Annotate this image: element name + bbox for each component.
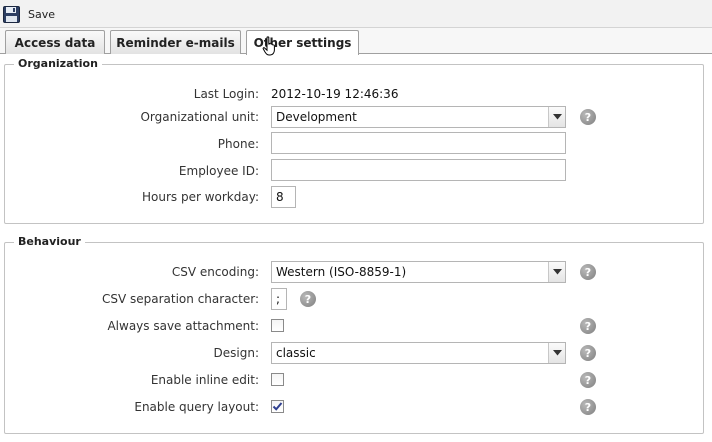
save-button[interactable]: Save: [3, 4, 55, 24]
toolbar: Save: [0, 0, 712, 28]
design-value: classic: [276, 346, 316, 360]
always-save-attachment-label: Always save attachment:: [107, 319, 259, 333]
enable-inline-edit-label: Enable inline edit:: [150, 373, 259, 387]
design-select[interactable]: classic: [271, 342, 566, 364]
always-save-attachment-checkbox[interactable]: [271, 319, 284, 332]
organization-legend: Organization: [14, 57, 102, 70]
question-mark-icon[interactable]: ?: [580, 372, 596, 388]
chevron-down-icon[interactable]: [548, 107, 565, 127]
checkmark-icon: [272, 402, 283, 411]
org-unit-value: Development: [276, 110, 357, 124]
hand-pointer-icon: [262, 36, 278, 56]
behaviour-group: Behaviour CSV encoding: Western (ISO-885…: [4, 235, 704, 434]
phone-label: Phone:: [217, 137, 259, 151]
chevron-down-icon[interactable]: [548, 343, 565, 363]
last-login-value: 2012-10-19 12:46:36: [271, 87, 399, 101]
org-unit-select[interactable]: Development: [271, 106, 566, 128]
enable-query-layout-label: Enable query layout:: [134, 400, 259, 414]
organization-group: Organization Last Login: 2012-10-19 12:4…: [4, 57, 704, 224]
org-unit-label: Organizational unit:: [140, 110, 259, 124]
question-mark-icon[interactable]: ?: [300, 291, 316, 307]
enable-inline-edit-checkbox[interactable]: [271, 373, 284, 386]
tab-reminder-emails-label: Reminder e-mails: [116, 35, 235, 50]
question-mark-icon[interactable]: ?: [580, 399, 596, 415]
tab-access-data[interactable]: Access data: [5, 30, 105, 54]
csv-separation-label: CSV separation character:: [101, 292, 259, 306]
hours-per-workday-value: 8: [276, 190, 284, 204]
enable-query-layout-checkbox[interactable]: [271, 400, 284, 413]
last-login-label: Last Login:: [193, 87, 259, 101]
csv-separation-field[interactable]: ;: [271, 288, 287, 310]
question-mark-icon[interactable]: ?: [580, 345, 596, 361]
hours-per-workday-label: Hours per workday:: [142, 190, 259, 204]
csv-encoding-value: Western (ISO-8859-1): [276, 265, 407, 279]
floppy-disk-icon: [3, 5, 20, 23]
question-mark-icon[interactable]: ?: [580, 109, 596, 125]
hours-per-workday-field[interactable]: 8: [271, 186, 296, 208]
tab-bar: Access data Reminder e-mails Other setti…: [0, 28, 712, 55]
csv-encoding-label: CSV encoding:: [171, 265, 259, 279]
tab-access-data-label: Access data: [14, 35, 96, 50]
chevron-down-icon[interactable]: [548, 262, 565, 282]
question-mark-icon[interactable]: ?: [580, 318, 596, 334]
phone-field[interactable]: [271, 132, 566, 154]
csv-encoding-select[interactable]: Western (ISO-8859-1): [271, 261, 566, 283]
employee-id-label: Employee ID:: [178, 164, 259, 178]
employee-id-field[interactable]: [271, 159, 566, 181]
save-button-label: Save: [28, 7, 56, 21]
behaviour-legend: Behaviour: [14, 235, 85, 248]
tab-reminder-emails[interactable]: Reminder e-mails: [110, 30, 241, 54]
csv-separation-value: ;: [276, 292, 281, 306]
question-mark-icon[interactable]: ?: [580, 264, 596, 280]
design-label: Design:: [213, 346, 259, 360]
